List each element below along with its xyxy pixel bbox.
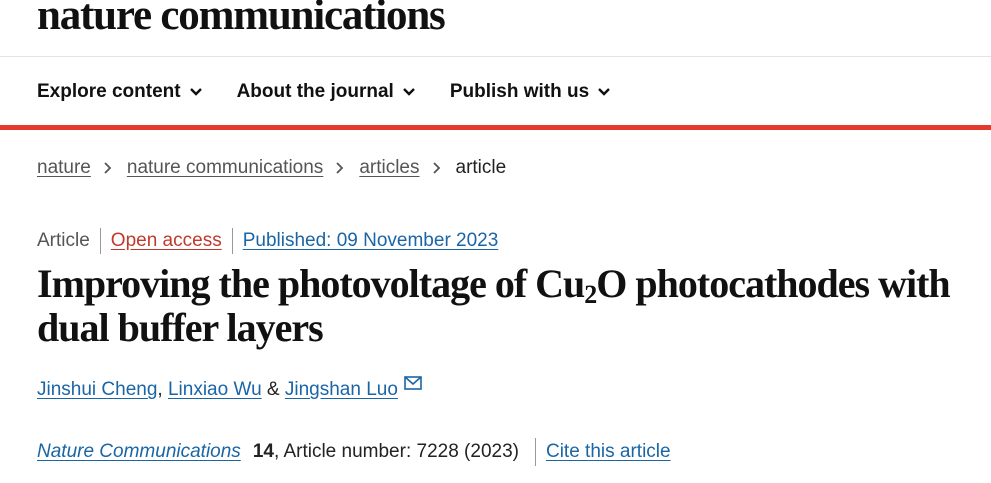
- nav-about-the-journal[interactable]: About the journal: [237, 81, 416, 103]
- breadcrumb-nature[interactable]: nature: [37, 157, 91, 179]
- meta-divider: [99, 228, 101, 254]
- article-title: Improving the photovoltage of Cu2O photo…: [37, 262, 977, 350]
- article-meta: Article Open access Published: 09 Novemb…: [37, 228, 498, 254]
- nav-item-label: Publish with us: [449, 81, 590, 102]
- breadcrumb-nature-communications[interactable]: nature communications: [127, 157, 323, 179]
- breadcrumb-current: article: [455, 157, 507, 178]
- breadcrumb: nature nature communications articles ar…: [37, 157, 506, 179]
- nav-explore-content[interactable]: Explore content: [37, 81, 203, 103]
- title-text: Improving the photovoltage of Cu: [37, 261, 585, 306]
- published-date-link[interactable]: Published: 09 November 2023: [243, 230, 499, 252]
- chevron-right-icon: [336, 162, 344, 174]
- main-nav: Explore content About the journal Publis…: [37, 78, 645, 106]
- title-subscript: 2: [584, 280, 597, 309]
- author-separator: ,: [157, 379, 168, 400]
- citation-line: Nature Communications 14 , Article numbe…: [37, 438, 671, 466]
- nav-publish-with-us[interactable]: Publish with us: [450, 81, 611, 103]
- breadcrumb-articles[interactable]: articles: [359, 157, 419, 179]
- author-separator: &: [261, 379, 285, 400]
- chevron-right-icon: [104, 162, 112, 174]
- author-link[interactable]: Jingshan Luo: [285, 379, 398, 401]
- cite-this-article-link[interactable]: Cite this article: [546, 441, 671, 463]
- author-link[interactable]: Jinshui Cheng: [37, 379, 157, 401]
- journal-link[interactable]: Nature Communications: [37, 441, 241, 463]
- volume-number: 14: [252, 441, 274, 462]
- open-access-badge: Open access: [110, 230, 222, 251]
- site-logo[interactable]: nature communications: [37, 0, 446, 44]
- chevron-down-icon: [189, 88, 202, 96]
- nav-item-label: About the journal: [236, 81, 394, 102]
- article-number: , Article number: 7228 (2023): [273, 441, 519, 462]
- header-divider: [0, 56, 991, 57]
- chevron-right-icon: [432, 162, 440, 174]
- chevron-down-icon: [402, 88, 415, 96]
- article-type: Article: [37, 230, 90, 251]
- author-list: Jinshui Cheng , Linxiao Wu & Jingshan Lu…: [37, 376, 422, 401]
- author-link[interactable]: Linxiao Wu: [168, 379, 262, 401]
- accent-bar: [0, 125, 991, 130]
- mail-icon[interactable]: [404, 376, 422, 390]
- chevron-down-icon: [598, 88, 611, 96]
- citation-divider: [534, 438, 536, 466]
- meta-divider: [231, 228, 233, 254]
- nav-item-label: Explore content: [37, 81, 181, 102]
